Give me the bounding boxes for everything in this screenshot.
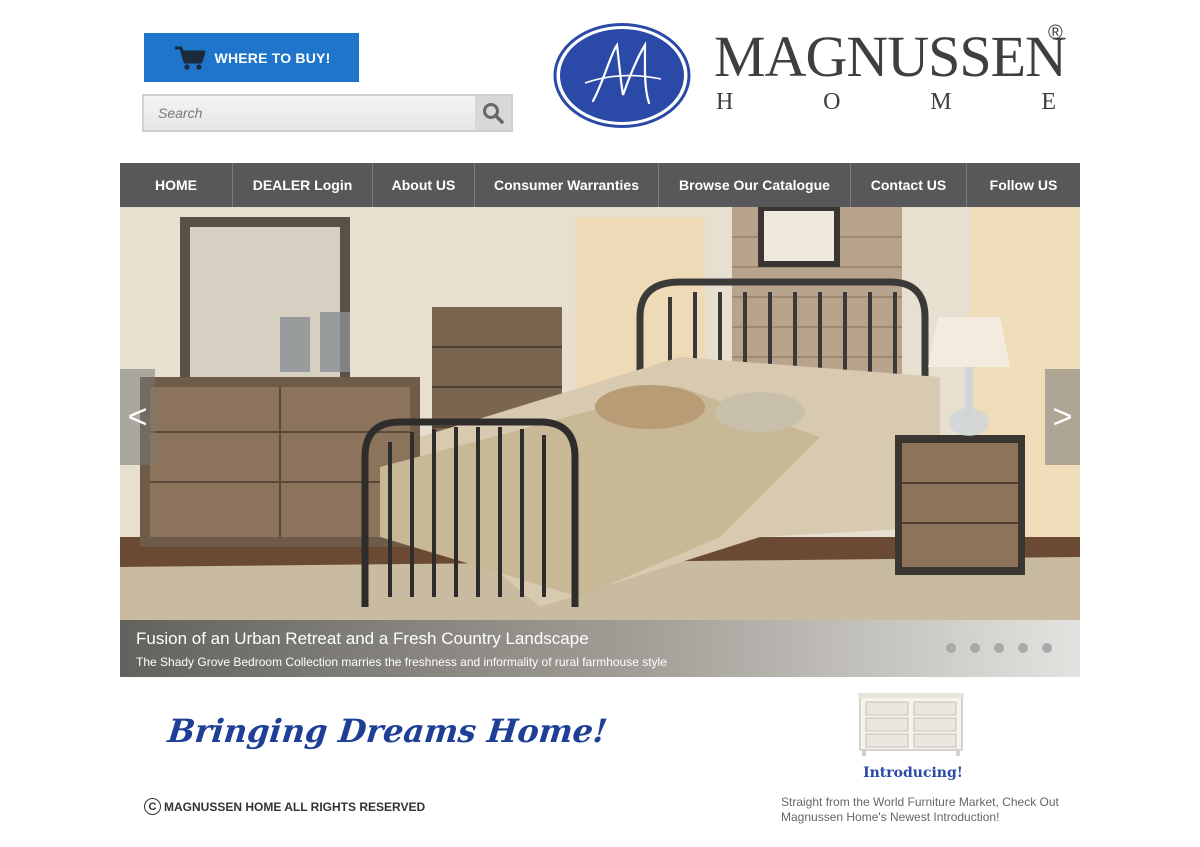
hero-slideshow: < > Fusion of an Urban Retreat and a Fre… <box>120 207 1080 677</box>
where-to-buy-button[interactable]: WHERE TO BUY! <box>144 33 359 82</box>
slide-next-arrow[interactable]: > <box>1045 369 1080 465</box>
copyright-icon: C <box>144 798 161 815</box>
brand-subtitle-letter: M <box>930 89 952 115</box>
slide-dot[interactable] <box>946 643 956 653</box>
magnifier-icon <box>483 103 504 124</box>
slide-dot[interactable] <box>1042 643 1052 653</box>
copyright: C MAGNUSSEN HOME ALL RIGHTS RESERVED <box>144 798 425 815</box>
search-input[interactable] <box>144 96 476 130</box>
brand-subtitle-letter: O <box>823 89 841 115</box>
nav-item-contact[interactable]: Contact US <box>851 163 967 207</box>
nav-item-home[interactable]: HOME <box>120 163 233 207</box>
main-nav: HOME DEALER Login About US Consumer Warr… <box>120 163 1080 207</box>
brand-subtitle-letter: H <box>716 89 734 115</box>
brand-subtitle: H O M E <box>716 90 1056 114</box>
new-dresser-image[interactable] <box>858 692 964 756</box>
brand-name: MAGNUSSEN <box>714 24 1067 89</box>
introducing-heading[interactable]: Introducing! <box>828 765 998 781</box>
brand-monogram-logo[interactable] <box>553 23 691 128</box>
nav-item-browse-catalogue[interactable]: Browse Our Catalogue <box>659 163 851 207</box>
nav-item-consumer-warranties[interactable]: Consumer Warranties <box>475 163 659 207</box>
slide-dot[interactable] <box>970 643 980 653</box>
slide-caption-subtitle: The Shady Grove Bedroom Collection marri… <box>136 655 667 669</box>
brand-subtitle-letter: E <box>1041 89 1056 115</box>
registered-mark: ® <box>1048 22 1063 44</box>
tagline: Bringing Dreams Home! <box>166 712 610 750</box>
search-button[interactable] <box>475 96 511 130</box>
where-to-buy-label: WHERE TO BUY! <box>214 49 331 66</box>
slide-dot[interactable] <box>1018 643 1028 653</box>
slide-caption: Fusion of an Urban Retreat and a Fresh C… <box>120 620 1080 677</box>
slide-prev-arrow[interactable]: < <box>120 369 155 465</box>
slide-dot[interactable] <box>994 643 1004 653</box>
cart-icon <box>174 46 206 70</box>
bedroom-scene-image <box>120 207 1080 677</box>
slide-caption-title: Fusion of an Urban Retreat and a Fresh C… <box>136 629 589 648</box>
slide-pager <box>946 643 1052 653</box>
introducing-text: Straight from the World Furniture Market… <box>781 795 1059 824</box>
nav-item-follow[interactable]: Follow US <box>967 163 1080 207</box>
nav-item-dealer-login[interactable]: DEALER Login <box>233 163 373 207</box>
copyright-text: MAGNUSSEN HOME ALL RIGHTS RESERVED <box>164 799 426 814</box>
nav-item-about[interactable]: About US <box>373 163 475 207</box>
search-box <box>142 94 513 132</box>
